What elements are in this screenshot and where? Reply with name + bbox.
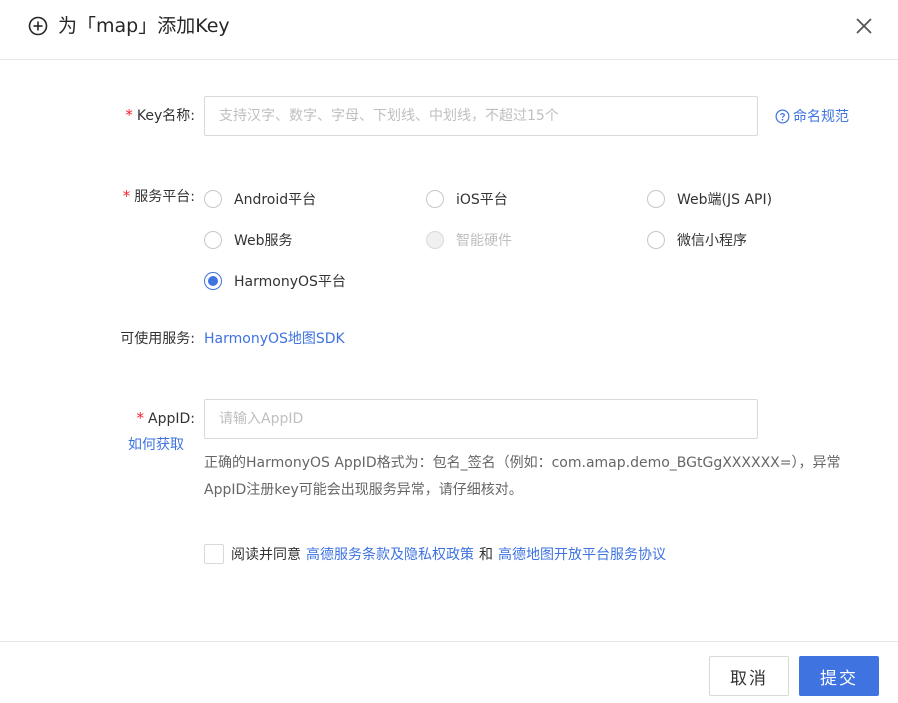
close-icon[interactable] [852, 14, 876, 38]
radio-harmonyos[interactable]: HarmonyOS平台 [204, 271, 346, 291]
dialog-title: 为「map」添加Key [58, 15, 230, 37]
radio-label: Web端(JS API) [677, 192, 773, 208]
how-to-get-link[interactable]: 如何获取 [128, 434, 184, 454]
radio-android[interactable]: Android平台 [204, 189, 316, 209]
agreement-prefix: 阅读并同意 [231, 547, 301, 563]
radio-label: Web服务 [234, 233, 293, 249]
radio-web-js-api[interactable]: Web端(JS API) [647, 189, 772, 209]
naming-rules-text: 命名规范 [793, 109, 849, 125]
radio-circle [204, 190, 222, 208]
radio-circle [647, 190, 665, 208]
radio-wechat-mini-program[interactable]: 微信小程序 [647, 230, 747, 250]
terms-privacy-link[interactable]: 高德服务条款及隐私权政策 [306, 544, 474, 564]
appid-format-hint: 正确的HarmonyOS AppID格式为：包名_签名（例如：com.amap.… [204, 455, 841, 498]
radio-circle [647, 231, 665, 249]
radio-circle [426, 231, 444, 249]
plus-circle-icon [28, 16, 48, 36]
key-name-input[interactable] [204, 96, 758, 136]
platform-agreement-link[interactable]: 高德地图开放平台服务协议 [498, 544, 666, 564]
key-name-label: * Key名称: [125, 106, 195, 124]
radio-label: iOS平台 [456, 192, 508, 208]
harmonyos-sdk-link[interactable]: HarmonyOS地图SDK [204, 328, 345, 348]
agreement-checkbox[interactable] [204, 544, 224, 564]
radio-circle [426, 190, 444, 208]
submit-button[interactable]: 提交 [799, 656, 879, 696]
radio-label: HarmonyOS平台 [234, 274, 346, 290]
agreement-row: 阅读并同意 高德服务条款及隐私权政策 和 高德地图开放平台服务协议 [204, 544, 666, 564]
cancel-button[interactable]: 取消 [709, 656, 789, 696]
radio-label: Android平台 [234, 192, 317, 208]
radio-label: 微信小程序 [677, 233, 747, 249]
radio-label: 智能硬件 [456, 233, 512, 249]
platform-label: * 服务平台: [122, 187, 195, 205]
appid-input[interactable] [204, 399, 758, 439]
radio-circle-checked [204, 272, 222, 290]
agreement-and: 和 [479, 547, 493, 563]
appid-label: * AppID: [136, 409, 195, 427]
radio-web-service[interactable]: Web服务 [204, 230, 293, 250]
available-services-label: 可使用服务: [120, 331, 195, 347]
radio-ios[interactable]: iOS平台 [426, 189, 508, 209]
radio-circle [204, 231, 222, 249]
dialog-footer: 取消 提交 [0, 641, 898, 703]
question-circle-icon [775, 109, 790, 123]
radio-smart-hardware: 智能硬件 [426, 230, 512, 250]
naming-rules-link[interactable]: 命名规范 [775, 106, 849, 126]
dialog-header: 为「map」添加Key [0, 0, 898, 60]
